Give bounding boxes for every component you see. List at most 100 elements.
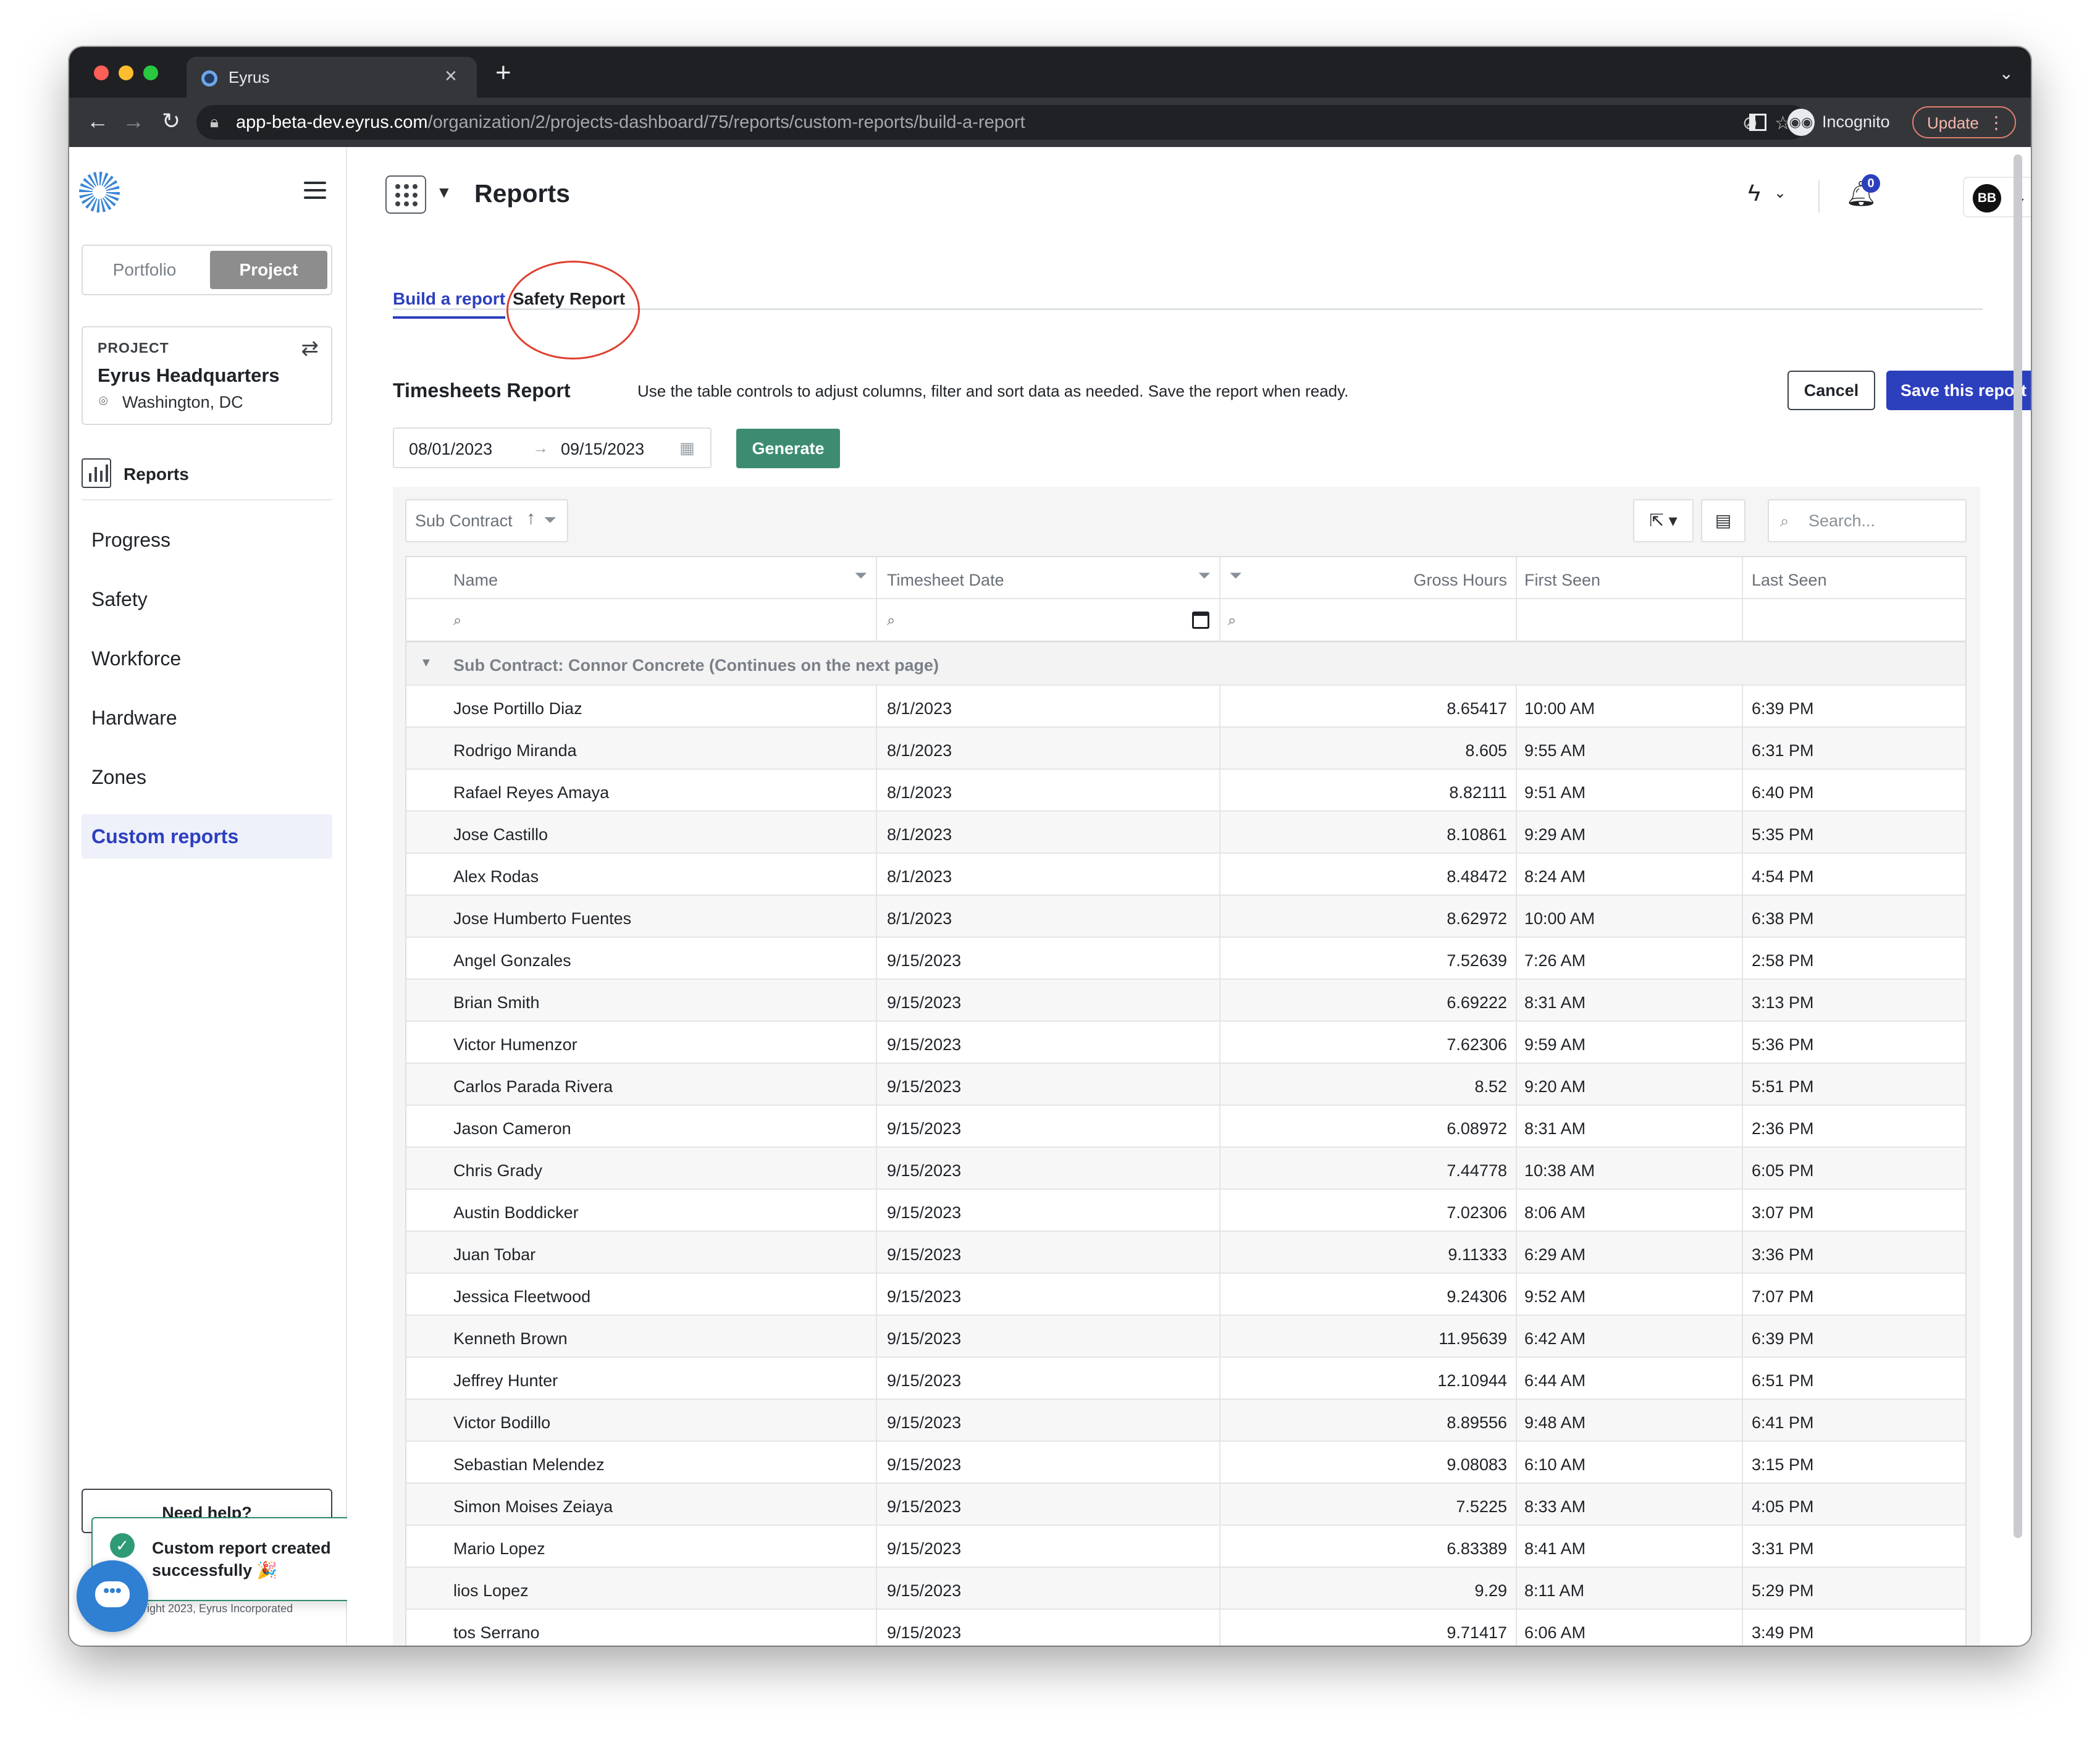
cell-gross-hours: 8.48472: [1220, 854, 1517, 896]
cancel-button[interactable]: Cancel: [1787, 371, 1875, 410]
table-row[interactable]: Chris Grady 9/15/2023 7.44778 10:38 AM 6:05 …: [406, 1148, 1965, 1190]
date-to[interactable]: 09/15/2023: [561, 440, 644, 459]
table-row[interactable]: Mario Lopez 9/15/2023 6.83389 8:41 AM 3:31 P…: [406, 1526, 1965, 1568]
group-row[interactable]: ▼ Sub Contract: Connor Concrete (Continu…: [406, 642, 1965, 686]
forward-arrow-icon[interactable]: →: [122, 109, 145, 133]
incognito-icon[interactable]: ◉◉: [1787, 109, 1815, 136]
table-row[interactable]: Victor Humenzor 9/15/2023 7.62306 9:59 AM 5:…: [406, 1022, 1965, 1064]
close-window-button[interactable]: [94, 65, 109, 80]
table-row[interactable]: lios Lopez 9/15/2023 9.29 8:11 AM 5:29 PM: [406, 1568, 1965, 1610]
minimize-window-button[interactable]: [119, 65, 133, 80]
date-from[interactable]: 08/01/2023: [409, 440, 492, 459]
cell-gross-hours: 9.08083: [1220, 1442, 1517, 1484]
page-scrollbar[interactable]: [2014, 154, 2022, 1538]
reload-icon[interactable]: ↻: [162, 109, 180, 133]
table-row[interactable]: Rodrigo Miranda 8/1/2023 8.605 9:55 AM 6:31 …: [406, 728, 1965, 770]
table-row[interactable]: Rafael Reyes Amaya 8/1/2023 8.82111 9:51 AM…: [406, 770, 1965, 812]
reports-section-header: Reports: [82, 456, 332, 500]
browser-tab-eyrus[interactable]: Eyrus ×: [187, 57, 477, 98]
cell-first-seen: 8:24 AM: [1517, 854, 1743, 896]
table-row[interactable]: Angel Gonzales 9/15/2023 7.52639 7:26 AM 2:5…: [406, 938, 1965, 980]
scope-project-button[interactable]: Project: [210, 251, 327, 289]
search-icon: ⌕: [1780, 511, 1789, 530]
group-panel[interactable]: Sub Contract ↑ ⏷: [405, 499, 568, 542]
tab-close-icon[interactable]: ×: [445, 65, 457, 86]
export-button[interactable]: ⇱ ▾: [1633, 499, 1694, 542]
sidebar-item-hardware[interactable]: Hardware: [82, 696, 332, 740]
table-row[interactable]: Jessica Fleetwood 9/15/2023 9.24306 9:52 AM…: [406, 1274, 1965, 1316]
sidebar-item-workforce[interactable]: Workforce: [82, 636, 332, 681]
column-header-timesheet-date[interactable]: Timesheet Date ⏷: [877, 557, 1220, 599]
eyrus-logo-icon[interactable]: [79, 172, 120, 212]
copyright-text: right 2023, Eyrus Incorporated: [143, 1602, 293, 1615]
caret-down-icon[interactable]: ▼: [436, 183, 452, 202]
chevron-down-icon[interactable]: ⌄: [1774, 184, 1786, 202]
sidebar-item-zones[interactable]: Zones: [82, 755, 332, 799]
cell-name: Victor Bodillo: [406, 1400, 877, 1442]
cell-gross-hours: 7.44778: [1220, 1148, 1517, 1190]
column-header-gross-hours[interactable]: ⏷ Gross Hours: [1220, 557, 1517, 599]
sort-up-icon[interactable]: ↑: [526, 508, 536, 529]
sidebar-item-progress[interactable]: Progress: [82, 518, 332, 562]
back-arrow-icon[interactable]: ←: [86, 109, 109, 133]
maximize-window-button[interactable]: [143, 65, 158, 80]
address-bar[interactable]: 🔒︎ app-beta-dev.eyrus.com/organization/2…: [196, 105, 1808, 140]
calendar-icon[interactable]: [1192, 612, 1209, 629]
date-range-picker[interactable]: 08/01/2023 → 09/15/2023 ▦: [393, 427, 712, 468]
more-menu-icon[interactable]: ⋮: [1988, 112, 2005, 133]
table-row[interactable]: tos Serrano 9/15/2023 9.71417 6:06 AM 3:49 P…: [406, 1610, 1965, 1646]
hamburger-menu-icon[interactable]: [304, 182, 326, 204]
name-filter-cell[interactable]: ⌕: [406, 599, 877, 642]
apps-grid-button[interactable]: [385, 175, 426, 214]
reports-section-label: Reports: [124, 465, 189, 484]
update-button[interactable]: Update ⋮: [1912, 106, 2016, 138]
table-row[interactable]: Victor Bodillo 9/15/2023 8.89556 9:48 AM 6:4…: [406, 1400, 1965, 1442]
column-header-first-seen[interactable]: First Seen: [1517, 557, 1743, 599]
side-panel-icon[interactable]: [1749, 114, 1766, 131]
lightning-bolt-icon[interactable]: ϟ: [1748, 180, 1760, 207]
filter-icon[interactable]: ⏷: [1229, 566, 1242, 586]
column-header-last-seen[interactable]: Last Seen: [1743, 557, 1965, 599]
save-report-button[interactable]: Save this report: [1886, 371, 2031, 410]
table-row[interactable]: Austin Boddicker 9/15/2023 7.02306 8:06 AM 3…: [406, 1190, 1965, 1232]
sidebar-item-safety[interactable]: Safety: [82, 577, 332, 621]
table-row[interactable]: Alex Rodas 8/1/2023 8.48472 8:24 AM 4:54 PM: [406, 854, 1965, 896]
table-row[interactable]: Jose Portillo Diaz 8/1/2023 8.65417 10:00 A…: [406, 686, 1965, 728]
chevron-down-icon[interactable]: ⌄: [1999, 63, 2014, 83]
tab-build-a-report[interactable]: Build a report: [393, 289, 506, 319]
calendar-icon[interactable]: ▦: [679, 439, 695, 458]
group-chip-label[interactable]: Sub Contract: [415, 511, 513, 531]
table-row[interactable]: Jose Castillo 8/1/2023 8.10861 9:29 AM 5:35 …: [406, 812, 1965, 854]
hours-filter-cell[interactable]: ⌕: [1220, 599, 1517, 642]
table-row[interactable]: Brian Smith 9/15/2023 6.69222 8:31 AM 3:13 P…: [406, 980, 1965, 1022]
table-row[interactable]: Jeffrey Hunter 9/15/2023 12.10944 6:44 AM 6:…: [406, 1358, 1965, 1400]
filter-icon[interactable]: ⏷: [1198, 566, 1211, 586]
table-row[interactable]: Simon Moises Zeiaya 9/15/2023 7.5225 8:33 A…: [406, 1484, 1965, 1526]
chat-support-button[interactable]: •••: [77, 1560, 148, 1632]
scope-portfolio-button[interactable]: Portfolio: [83, 246, 206, 294]
cell-first-seen: 8:41 AM: [1517, 1526, 1743, 1568]
swap-arrows-icon[interactable]: ⇄: [301, 336, 319, 361]
date-filter-cell[interactable]: ⌕: [877, 599, 1220, 642]
table-row[interactable]: Juan Tobar 9/15/2023 9.11333 6:29 AM 3:36 PM: [406, 1232, 1965, 1274]
cell-timesheet-date: 9/15/2023: [877, 938, 1220, 980]
column-chooser-icon[interactable]: ▤: [1701, 499, 1745, 542]
column-header-name[interactable]: Name ⏷: [406, 557, 877, 599]
table-row[interactable]: Jason Cameron 9/15/2023 6.08972 8:31 AM 2:36…: [406, 1106, 1965, 1148]
grid-search[interactable]: ⌕: [1768, 499, 1967, 542]
caret-down-icon[interactable]: ▼: [420, 656, 432, 670]
url-text[interactable]: app-beta-dev.eyrus.com/organization/2/pr…: [236, 112, 1025, 133]
search-input[interactable]: [1808, 509, 1957, 532]
generate-button[interactable]: Generate: [736, 429, 840, 468]
table-row[interactable]: Carlos Parada Rivera 9/15/2023 8.52 9:20 AM…: [406, 1064, 1965, 1106]
table-row[interactable]: Sebastian Melendez 9/15/2023 9.08083 6:10 A…: [406, 1442, 1965, 1484]
filter-icon[interactable]: ⏷: [544, 510, 556, 530]
cell-name: lios Lopez: [406, 1568, 877, 1610]
table-row[interactable]: Jose Humberto Fuentes 8/1/2023 8.62972 10:0…: [406, 896, 1965, 938]
sidebar-item-custom-reports[interactable]: Custom reports: [82, 814, 332, 859]
table-row[interactable]: Kenneth Brown 9/15/2023 11.95639 6:42 AM 6:3…: [406, 1316, 1965, 1358]
filter-icon[interactable]: ⏷: [854, 566, 867, 586]
cell-gross-hours: 8.65417: [1220, 686, 1517, 728]
lock-icon[interactable]: 🔒︎: [210, 112, 219, 132]
new-tab-icon[interactable]: +: [495, 59, 511, 86]
